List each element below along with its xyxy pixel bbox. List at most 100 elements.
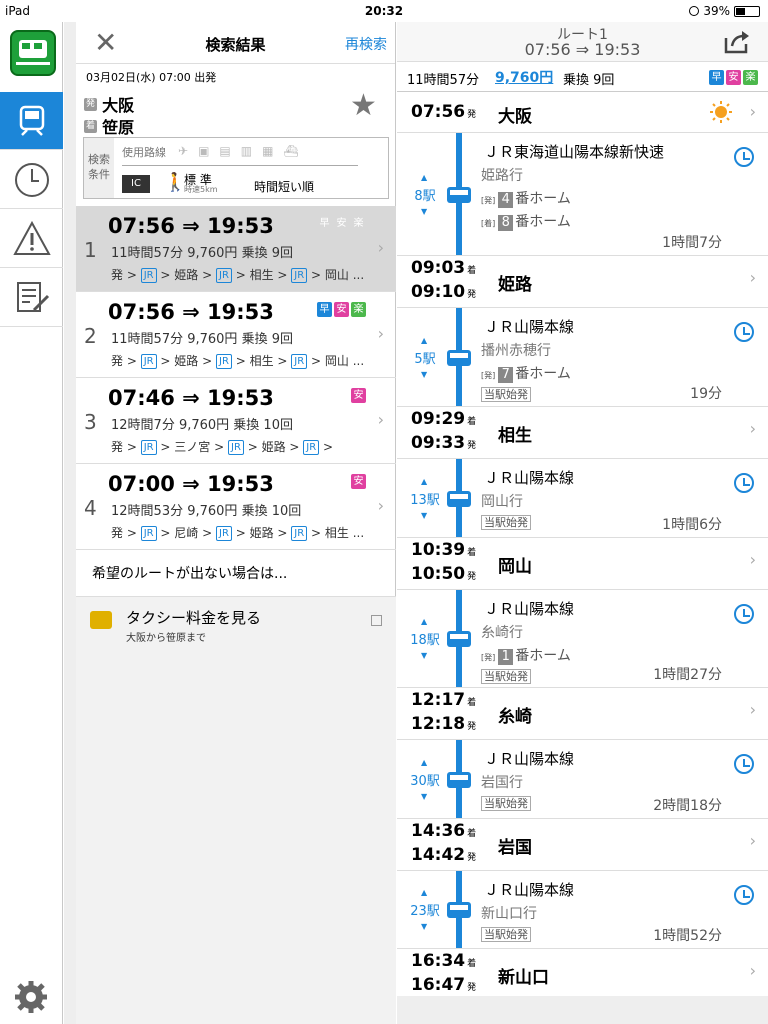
- clock-icon[interactable]: [734, 754, 754, 774]
- share-icon[interactable]: [722, 30, 750, 54]
- arrival-platform: [着] 8 番ホーム: [481, 211, 571, 231]
- research-button[interactable]: 再検索: [345, 34, 387, 54]
- sidebar: [0, 22, 63, 1024]
- expand-down-icon[interactable]: ▼: [421, 792, 427, 801]
- app-logo[interactable]: [10, 30, 56, 76]
- time-value: 09:33: [411, 433, 466, 453]
- clock-icon[interactable]: [734, 147, 754, 167]
- jr-badge: JR: [216, 354, 232, 369]
- highway-bus-icon: ▦: [262, 144, 274, 158]
- path-part: 相生: [249, 354, 278, 368]
- battery-percent: 39%: [703, 4, 730, 18]
- segment-row[interactable]: ▲ 5駅 ▼ ＪＲ山陽本線 播州赤穂行 [発] 7 番ホーム 当駅始発 19分: [397, 308, 768, 407]
- segment-row[interactable]: ▲ 30駅 ▼ ＪＲ山陽本線 岩国行 当駅始発 2時間18分: [397, 740, 768, 819]
- station-row[interactable]: 14:36 着 14:42 発岩国 ›: [397, 819, 768, 871]
- chevron-right-icon: ›: [377, 238, 384, 257]
- origin-badge: 当駅始発: [481, 669, 531, 684]
- expand-down-icon[interactable]: ▼: [421, 511, 427, 520]
- station-row[interactable]: 16:34 着 16:47 発新山口 ›: [397, 949, 768, 997]
- path-part: >: [202, 268, 216, 282]
- taxi-row[interactable]: タクシー料金を見る 大阪から笹原まで: [76, 596, 396, 646]
- platform-label: [発]: [481, 653, 496, 662]
- route-row[interactable]: 4 07:00 ⇒ 19:53 12時間53分 9,760円 乗換 10回 発 > …: [76, 464, 396, 550]
- expand-up-icon[interactable]: ▲: [421, 758, 427, 767]
- station-row[interactable]: 12:17 着 12:18 発糸崎 ›: [397, 688, 768, 740]
- duration: 19分: [690, 386, 722, 402]
- search-conditions[interactable]: 検索 条件 使用路線 ✈ ▣ ▤ ▥ ▦ ⛴ IC 🚶 標 準 時速5km 時間短い順: [83, 137, 389, 199]
- station-row[interactable]: 09:29 着 09:33 発相生 ›: [397, 407, 768, 459]
- station-name: 大阪: [498, 107, 532, 127]
- summary-transfer: 乗換 9回: [563, 73, 615, 88]
- station-row[interactable]: 10:39 着 10:50 発岡山 ›: [397, 538, 768, 590]
- segment-row[interactable]: ▲ 13駅 ▼ ＪＲ山陽本線 岡山行 当駅始発 1時間6分: [397, 459, 768, 538]
- route-row[interactable]: 1 07:56 ⇒ 19:53 11時間57分 9,760円 乗換 9回 発 > J…: [76, 206, 396, 292]
- chevron-right-icon: ›: [749, 419, 756, 438]
- expand-down-icon[interactable]: ▼: [421, 651, 427, 660]
- chevron-right-icon: ›: [377, 324, 384, 343]
- settings-icon[interactable]: [14, 980, 48, 1014]
- departure-time: 14:42 発: [411, 845, 476, 865]
- expand-up-icon[interactable]: ▲: [421, 477, 427, 486]
- station-row[interactable]: 09:03 着 09:10 発姫路 ›: [397, 256, 768, 308]
- duration: 1時間52分: [653, 928, 722, 944]
- jr-badge: JR: [228, 440, 244, 455]
- taxi-label: タクシー料金を見る: [126, 609, 262, 627]
- departure-time: 09:10 発: [411, 282, 476, 302]
- expand-up-icon[interactable]: ▲: [421, 336, 427, 345]
- route-row[interactable]: 2 07:56 ⇒ 19:53 11時間57分 9,760円 乗換 9回 発 > J…: [76, 292, 396, 378]
- destination: 糸崎行: [481, 625, 523, 641]
- time-suffix: 発: [467, 853, 477, 863]
- external-link-icon: [371, 615, 382, 626]
- platform-suffix: 番ホーム: [515, 648, 571, 664]
- walk-speed-sub: 時速5km: [184, 185, 218, 194]
- departure-time: 12:18 発: [411, 714, 476, 734]
- departure-time: 16:47 発: [411, 975, 476, 995]
- star-icon[interactable]: ★: [350, 88, 377, 123]
- duration: 1時間6分: [662, 517, 722, 533]
- stop-count[interactable]: 30駅: [405, 770, 445, 789]
- departure-time: 10:50 発: [411, 564, 476, 584]
- station-name: 新山口: [498, 968, 549, 988]
- ferry-icon: ⛴: [283, 144, 299, 158]
- time-value: 16:34: [411, 951, 466, 971]
- expand-down-icon[interactable]: ▼: [421, 370, 427, 379]
- clock-icon[interactable]: [734, 322, 754, 342]
- route-path: 発 > JR > 三ノ宮 > JR > 姫路 > JR >: [111, 438, 373, 455]
- path-part: >: [126, 354, 141, 368]
- path-part: >: [126, 440, 141, 454]
- platform-number: 7: [498, 367, 514, 383]
- station-row[interactable]: 07:56 発 大阪 ›: [397, 93, 768, 133]
- sidebar-item-memo[interactable]: [0, 269, 63, 327]
- summary-bar: 11時間57分 9,760円 乗換 9回 早安楽: [397, 66, 768, 92]
- expand-down-icon[interactable]: ▼: [421, 922, 427, 931]
- expand-down-icon[interactable]: ▼: [421, 207, 427, 216]
- train-icon: [447, 902, 471, 918]
- expand-up-icon[interactable]: ▲: [421, 888, 427, 897]
- stop-count[interactable]: 18駅: [405, 629, 445, 648]
- expand-up-icon[interactable]: ▲: [421, 173, 427, 182]
- expand-up-icon[interactable]: ▲: [421, 617, 427, 626]
- stop-count[interactable]: 8駅: [405, 185, 445, 204]
- ic-badge: IC: [122, 175, 150, 193]
- departure-time: 07:56 発: [411, 102, 476, 122]
- clock-icon[interactable]: [734, 885, 754, 905]
- time-suffix: 着: [467, 266, 477, 276]
- segment-row[interactable]: ▲ 8駅 ▼ ＪＲ東海道山陽本線新快速 姫路行 [発] 4 番ホーム [着] 8 番ホーム 1時間7分: [397, 133, 768, 256]
- stop-count[interactable]: 13駅: [405, 489, 445, 508]
- clock-icon[interactable]: [734, 604, 754, 624]
- sidebar-item-route[interactable]: [0, 92, 63, 150]
- route-row[interactable]: 3 07:46 ⇒ 19:53 12時間7分 9,760円 乗換 10回 発 > J…: [76, 378, 396, 464]
- stop-count[interactable]: 23駅: [405, 900, 445, 919]
- summary-fare[interactable]: 9,760円: [495, 67, 553, 87]
- segment-row[interactable]: ▲ 23駅 ▼ ＪＲ山陽本線 新山口行 当駅始発 1時間52分: [397, 871, 768, 949]
- sidebar-item-timetable[interactable]: [0, 151, 63, 209]
- segment-row[interactable]: ▲ 18駅 ▼ ＪＲ山陽本線 糸崎行 [発] 1 番ホーム 当駅始発 1時間27分: [397, 590, 768, 688]
- arrival-time: 10:39 着: [411, 540, 476, 560]
- time-suffix: 着: [467, 417, 477, 427]
- stop-count[interactable]: 5駅: [405, 348, 445, 367]
- sidebar-item-alert[interactable]: [0, 210, 63, 268]
- clock-icon[interactable]: [734, 473, 754, 493]
- time-suffix: 着: [467, 698, 477, 708]
- path-part: 発: [111, 440, 127, 454]
- wish-link[interactable]: 希望のルートが出ない場合は...: [92, 563, 287, 583]
